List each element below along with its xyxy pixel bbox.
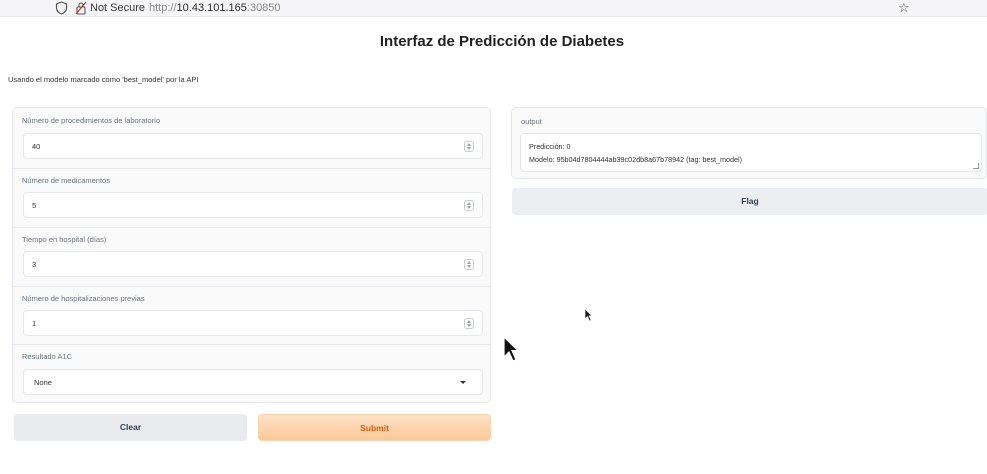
- divider: [13, 227, 490, 228]
- a1c-result-value: None: [34, 378, 52, 387]
- url-host: 10.43.101.165: [176, 2, 247, 14]
- spinner-icon[interactable]: [464, 141, 474, 152]
- insecure-lock-icon[interactable]: [75, 1, 87, 15]
- prior-hospitalizations-value: 1: [32, 319, 37, 328]
- clear-button[interactable]: Clear: [14, 414, 247, 441]
- not-secure-label[interactable]: Not Secure: [90, 1, 145, 15]
- output-label: output: [521, 117, 542, 126]
- divider: [13, 168, 490, 169]
- url-port: :30850: [246, 2, 281, 14]
- output-prediction-line: Predicción: 0: [529, 142, 571, 151]
- output-panel: output Predicción: 0 Modelo: 95b04d78044…: [511, 107, 987, 179]
- output-textbox[interactable]: Predicción: 0 Modelo: 95b04d7804444ab39c…: [520, 133, 982, 172]
- flag-button[interactable]: Flag: [512, 188, 987, 215]
- inputs-panel: Número de procedimientos de laboratorio …: [12, 107, 491, 403]
- prior-hospitalizations-label: Número de hospitalizaciones previas: [22, 294, 145, 303]
- bookmark-star-icon[interactable]: ☆: [898, 0, 910, 15]
- medications-label: Número de medicamentos: [22, 176, 110, 185]
- spinner-icon[interactable]: [464, 259, 474, 270]
- hospital-days-input[interactable]: 3: [23, 251, 483, 277]
- a1c-result-label: Resultado A1C: [22, 352, 73, 361]
- submit-button[interactable]: Submit: [258, 414, 491, 441]
- page-title: Interfaz de Predicción de Diabetes: [379, 33, 625, 50]
- hospital-days-label: Tiempo en hospital (días): [22, 235, 107, 244]
- page-subtitle: Usando el modelo marcado como 'best_mode…: [8, 75, 199, 84]
- a1c-result-select[interactable]: None: [23, 369, 483, 395]
- mouse-pointer-icon: [503, 335, 520, 362]
- medications-input[interactable]: 5: [23, 192, 483, 218]
- resize-handle-icon[interactable]: [973, 163, 979, 169]
- lab-procedures-input[interactable]: 40: [23, 133, 483, 159]
- chevron-down-icon: [460, 381, 466, 384]
- url-scheme: http://: [149, 2, 177, 14]
- spinner-icon[interactable]: [464, 200, 474, 211]
- lab-procedures-label: Número de procedimientos de laboratorio: [22, 116, 160, 125]
- hospital-days-value: 3: [32, 260, 37, 269]
- spinner-icon[interactable]: [464, 318, 474, 329]
- divider: [13, 286, 490, 287]
- shield-icon[interactable]: [55, 1, 68, 15]
- medications-value: 5: [32, 201, 37, 210]
- output-model-line: Modelo: 95b04d7804444ab39c02db8a67b78942…: [529, 155, 743, 164]
- browser-address-bar: Not Secure http://10.43.101.165:30850 ☆: [0, 0, 987, 17]
- mouse-pointer-icon: [584, 308, 593, 322]
- url-bar[interactable]: http://10.43.101.165:30850: [149, 1, 281, 15]
- lab-procedures-value: 40: [32, 142, 41, 151]
- divider: [13, 344, 490, 345]
- prior-hospitalizations-input[interactable]: 1: [23, 310, 483, 336]
